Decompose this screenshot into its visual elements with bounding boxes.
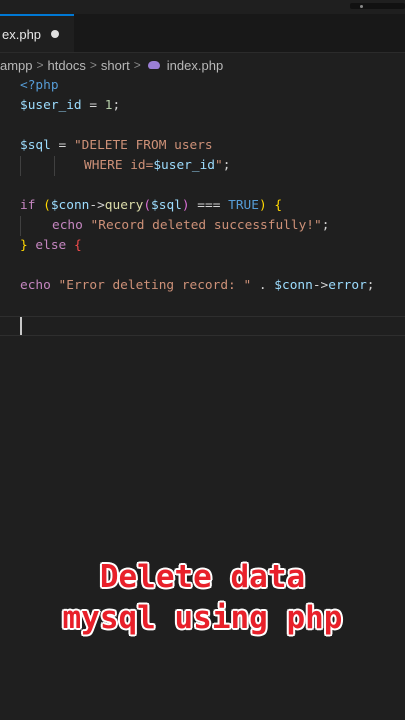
semicolon: ;: [222, 158, 231, 173]
window-control-strip: [350, 3, 405, 9]
brace: {: [266, 198, 283, 213]
operator: =: [81, 98, 105, 113]
arrow-operator: ->: [312, 278, 329, 293]
code-line: $user_id = 1;: [0, 96, 405, 116]
window-control-dot: [360, 5, 363, 8]
code-line-current: [0, 316, 405, 336]
keyword-echo: echo: [52, 218, 83, 233]
tab-label: ex.php: [2, 26, 42, 42]
semicolon: ;: [112, 98, 121, 113]
operator: ===: [189, 198, 229, 213]
tab-index-php[interactable]: ex.php: [0, 14, 74, 52]
code-line: echo "Error deleting record: " . $conn->…: [0, 276, 405, 296]
var-user-id: $user_id: [20, 98, 82, 113]
semicolon: ;: [321, 218, 330, 233]
breadcrumb-item-file[interactable]: index.php: [167, 58, 223, 73]
unsaved-dot-icon[interactable]: [51, 30, 60, 38]
php-open-tag: <?php: [20, 78, 59, 93]
code-line: $sql = "DELETE FROM users: [0, 136, 405, 156]
brace-unmatched: {: [73, 238, 82, 253]
chevron-right-icon: >: [36, 58, 44, 72]
method-query: query: [104, 198, 144, 213]
breadcrumb-item-xampp[interactable]: ampp: [0, 58, 33, 73]
keyword-if: if: [20, 198, 36, 213]
var-conn: $conn: [50, 198, 90, 213]
semicolon: ;: [366, 278, 375, 293]
interpolated-var: $user_id: [153, 158, 215, 173]
php-file-icon: [147, 60, 161, 70]
code-line: echo "Record deleted successfully!";: [0, 216, 405, 236]
tab-bar: ex.php: [0, 14, 405, 53]
paren: (: [143, 198, 152, 213]
caption-line-2: mysql using php: [62, 600, 343, 636]
indent-guide: [20, 156, 21, 176]
indent-guide: [54, 156, 55, 176]
indent-guide: [20, 216, 21, 236]
arrow-operator: ->: [89, 198, 105, 213]
paren: ): [258, 198, 267, 213]
code-line: if ($conn->query($sql) === TRUE) {: [0, 196, 405, 216]
string-literal: "Error deleting record: ": [58, 278, 252, 293]
chevron-right-icon: >: [89, 58, 97, 72]
chevron-right-icon: >: [133, 58, 141, 72]
paren: (: [35, 198, 51, 213]
string-literal: "Record deleted successfully!": [90, 218, 322, 233]
var-sql: $sql: [20, 138, 51, 153]
string-literal: ": [214, 158, 223, 173]
breadcrumb: ampp > htdocs > short > index.php: [0, 55, 223, 75]
var-conn: $conn: [274, 278, 313, 293]
var-sql: $sql: [151, 198, 182, 213]
current-line-highlight: [0, 316, 405, 336]
brace: }: [20, 238, 28, 253]
code-editor[interactable]: <?php $user_id = 1; $sql = "DELETE FROM …: [0, 76, 405, 336]
breadcrumb-item-short[interactable]: short: [101, 58, 130, 73]
keyword-else: else: [27, 238, 74, 253]
operator: =: [50, 138, 74, 153]
paren: ): [181, 198, 190, 213]
property-error: error: [328, 278, 367, 293]
breadcrumb-item-htdocs[interactable]: htdocs: [48, 58, 86, 73]
concat-operator: .: [251, 278, 275, 293]
code-line: } else {: [0, 236, 405, 256]
code-line: <?php: [0, 76, 405, 96]
code-line: WHERE id=$user_id";: [0, 156, 405, 176]
keyword-echo: echo: [20, 278, 51, 293]
string-literal: "DELETE FROM users: [73, 138, 213, 153]
caption-line-1: Delete data: [99, 559, 306, 595]
text-cursor: [20, 317, 22, 335]
bool-true: TRUE: [228, 198, 259, 213]
string-literal: WHERE id=: [84, 158, 154, 173]
